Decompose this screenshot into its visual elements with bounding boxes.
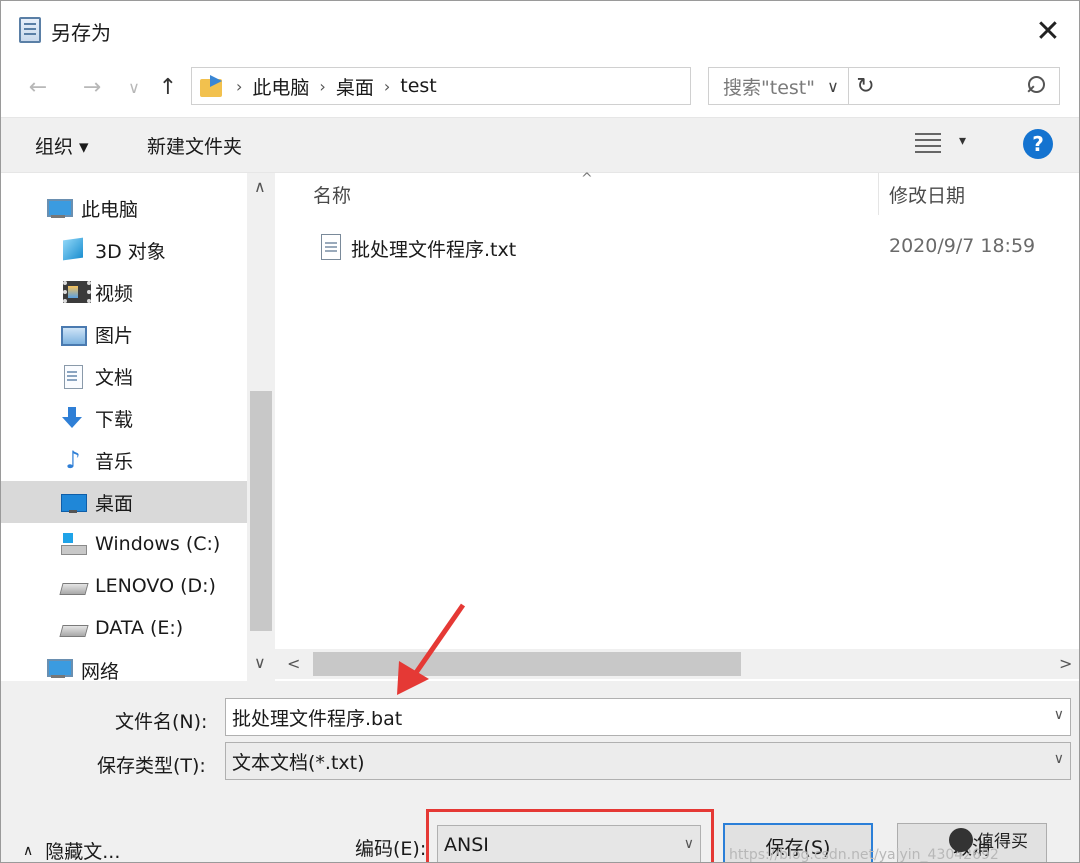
music-icon: ♪ bbox=[65, 446, 81, 474]
sidebar-item-label: 音乐 bbox=[95, 450, 134, 473]
sidebar-item-label: 3D 对象 bbox=[95, 240, 166, 263]
sidebar-item-pictures[interactable]: 图片 bbox=[1, 313, 247, 355]
chevron-down-icon[interactable]: ∨ bbox=[1054, 707, 1064, 723]
scrollbar-thumb[interactable] bbox=[250, 391, 272, 631]
close-button[interactable]: ✕ bbox=[1023, 11, 1073, 51]
file-name: 批处理文件程序.txt bbox=[351, 239, 517, 261]
drive-icon bbox=[61, 575, 85, 597]
breadcrumb-desktop[interactable]: 桌面 bbox=[336, 73, 374, 100]
forward-arrow-icon[interactable]: → bbox=[77, 71, 107, 103]
sidebar-item-this-pc[interactable]: 此电脑 bbox=[1, 187, 247, 229]
computer-icon bbox=[47, 197, 73, 219]
sidebar-item-music[interactable]: ♪ 音乐 bbox=[1, 439, 247, 481]
notepad-icon bbox=[19, 17, 41, 43]
recent-locations-icon[interactable]: ∨ bbox=[119, 71, 149, 103]
column-divider[interactable] bbox=[878, 173, 879, 215]
filetype-select[interactable]: 文本文档(*.txt) ∨ bbox=[225, 742, 1071, 780]
view-options-icon[interactable] bbox=[915, 133, 941, 155]
filename-label: 文件名(N): bbox=[115, 711, 208, 733]
network-icon bbox=[47, 657, 73, 679]
save-as-dialog: 另存为 ✕ ← → ∨ ↑ › 此电脑 › 桌面 › test ∨ ↻ 搜索"t… bbox=[0, 0, 1080, 863]
chevron-right-icon[interactable]: › bbox=[384, 77, 390, 96]
download-icon bbox=[61, 407, 85, 429]
sidebar-item-label: 图片 bbox=[95, 324, 134, 347]
up-arrow-icon[interactable]: ↑ bbox=[153, 71, 183, 103]
back-arrow-icon[interactable]: ← bbox=[23, 71, 53, 103]
filetype-value: 文本文档(*.txt) bbox=[232, 751, 365, 774]
sidebar-item-3d-objects[interactable]: 3D 对象 bbox=[1, 229, 247, 271]
watermark: 值得买 bbox=[949, 827, 1028, 852]
sidebar-scrollbar[interactable]: ∧ ∨ bbox=[247, 173, 275, 681]
annotation-highlight-box bbox=[426, 809, 714, 862]
sidebar-item-drive-e[interactable]: DATA (E:) bbox=[1, 607, 247, 649]
sidebar-item-label: LENOVO (D:) bbox=[95, 575, 216, 597]
column-header-name[interactable]: 名称 bbox=[313, 181, 351, 208]
title-bar: 另存为 ✕ bbox=[1, 1, 1079, 59]
documents-icon bbox=[61, 365, 85, 389]
horizontal-scrollbar[interactable]: < > bbox=[275, 649, 1079, 679]
organize-button[interactable]: 组织 ▾ bbox=[35, 132, 89, 159]
file-date: 2020/9/7 18:59 bbox=[889, 235, 1036, 257]
file-list: 名称 ^ 修改日期 批处理文件程序.txt 2020/9/7 18:59 bbox=[275, 171, 1079, 681]
sidebar-item-videos[interactable]: 视频 bbox=[1, 271, 247, 313]
chevron-down-icon[interactable]: ∨ bbox=[254, 653, 266, 672]
text-file-icon bbox=[321, 234, 341, 260]
column-header-date[interactable]: 修改日期 bbox=[889, 181, 965, 208]
chevron-up-icon: ∧ bbox=[23, 842, 34, 859]
view-dropdown-icon[interactable]: ▾ bbox=[959, 133, 966, 149]
sidebar-item-downloads[interactable]: 下载 bbox=[1, 397, 247, 439]
sidebar-item-label: 文档 bbox=[95, 366, 134, 389]
hide-folders-toggle[interactable]: ∧ 隐藏文... bbox=[23, 837, 121, 863]
chevron-right-icon[interactable]: › bbox=[236, 77, 242, 96]
filename-field[interactable]: 批处理文件程序.bat ∨ bbox=[225, 698, 1071, 736]
sidebar-item-documents[interactable]: 文档 bbox=[1, 355, 247, 397]
file-row[interactable]: 批处理文件程序.txt 2020/9/7 18:59 bbox=[311, 231, 1079, 265]
watermark-logo-icon bbox=[949, 827, 973, 852]
3d-objects-icon bbox=[61, 239, 85, 261]
hide-folders-label: 隐藏文... bbox=[45, 841, 121, 863]
sidebar-item-label: 此电脑 bbox=[81, 198, 139, 221]
sidebar-item-label: 网络 bbox=[81, 661, 120, 681]
folder-icon bbox=[200, 75, 226, 97]
windows-drive-icon bbox=[61, 533, 87, 555]
navigation-pane: 此电脑 3D 对象 视频 图片 文档 下载 ♪ 音乐 桌面 Windows (C… bbox=[1, 173, 275, 681]
breadcrumb-this-pc[interactable]: 此电脑 bbox=[252, 73, 309, 100]
sidebar-item-label: 视频 bbox=[95, 282, 134, 305]
sidebar-item-label: 桌面 bbox=[95, 492, 134, 515]
sidebar-item-desktop[interactable]: 桌面 bbox=[1, 481, 247, 523]
desktop-icon bbox=[61, 491, 87, 513]
chevron-down-icon[interactable]: ∨ bbox=[1054, 751, 1064, 767]
encoding-label: 编码(E): bbox=[355, 838, 427, 860]
filetype-label: 保存类型(T): bbox=[97, 755, 206, 777]
search-icon[interactable] bbox=[1025, 76, 1045, 96]
sidebar-item-label: Windows (C:) bbox=[95, 533, 221, 555]
filename-value: 批处理文件程序.bat bbox=[232, 707, 403, 730]
breadcrumb-test[interactable]: test bbox=[400, 75, 437, 97]
watermark-text: 值得买 bbox=[977, 832, 1028, 852]
video-icon bbox=[61, 281, 91, 303]
chevron-left-icon[interactable]: < bbox=[287, 654, 300, 673]
chevron-up-icon[interactable]: ∧ bbox=[254, 177, 266, 196]
chevron-right-icon[interactable]: › bbox=[319, 77, 325, 96]
scrollbar-thumb[interactable] bbox=[313, 652, 741, 676]
sidebar-item-network[interactable]: 网络 bbox=[1, 657, 247, 681]
chevron-right-icon[interactable]: > bbox=[1059, 654, 1072, 673]
sidebar-item-drive-d[interactable]: LENOVO (D:) bbox=[1, 565, 247, 607]
help-icon[interactable]: ? bbox=[1023, 129, 1053, 159]
sidebar-item-label: 下载 bbox=[95, 408, 134, 431]
sidebar-item-label: DATA (E:) bbox=[95, 617, 184, 639]
sidebar-item-drive-c[interactable]: Windows (C:) bbox=[1, 523, 247, 565]
sort-ascending-icon: ^ bbox=[581, 171, 593, 187]
new-folder-button[interactable]: 新建文件夹 bbox=[147, 132, 242, 159]
drive-icon bbox=[61, 617, 85, 639]
pictures-icon bbox=[61, 323, 87, 346]
address-bar[interactable]: › 此电脑 › 桌面 › test ∨ ↻ bbox=[191, 67, 875, 105]
search-input[interactable]: 搜索"test" bbox=[708, 67, 1060, 105]
search-placeholder: 搜索"test" bbox=[723, 76, 815, 99]
window-title: 另存为 bbox=[51, 21, 111, 45]
